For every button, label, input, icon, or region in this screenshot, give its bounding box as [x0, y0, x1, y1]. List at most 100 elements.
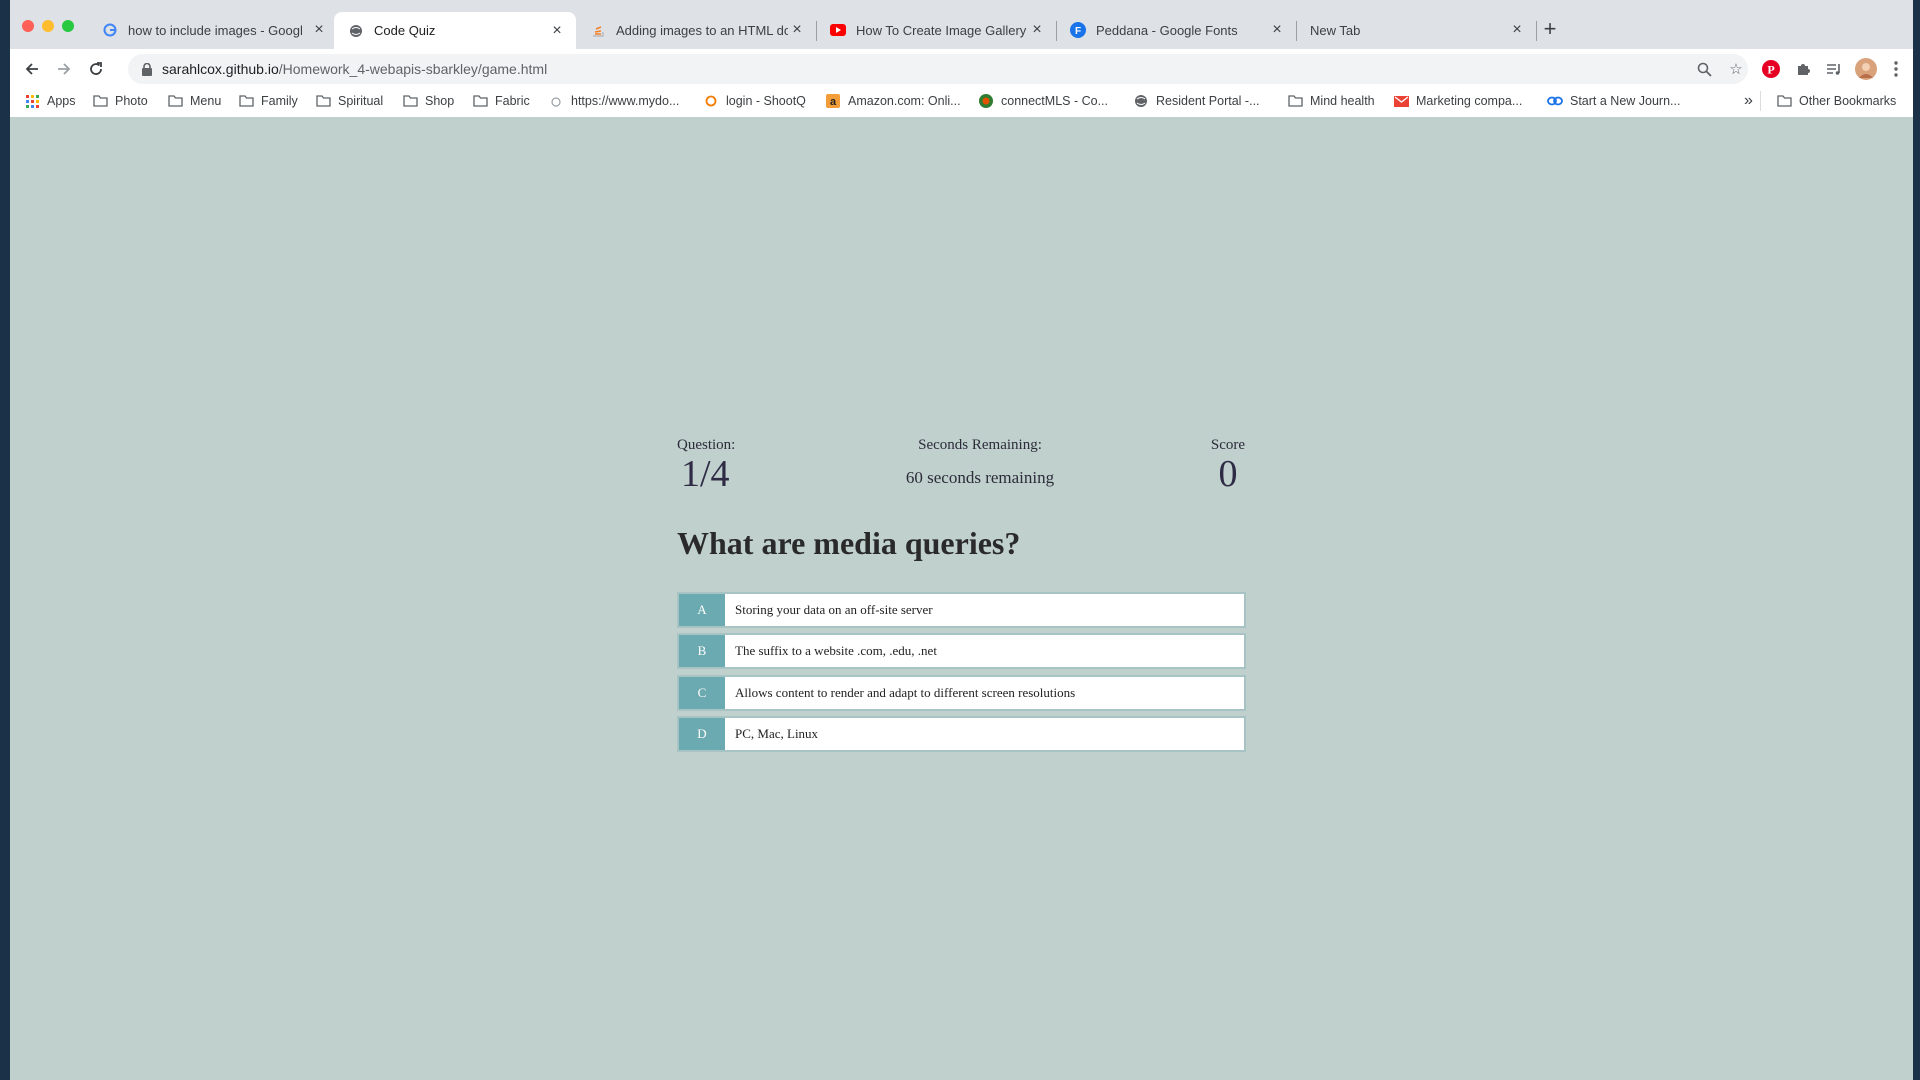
- window-close-button[interactable]: [22, 20, 34, 32]
- timer-label: Seconds Remaining:: [918, 437, 1042, 453]
- tab-new-tab[interactable]: New Tab ×: [1296, 13, 1536, 47]
- tab-code-quiz[interactable]: Code Quiz ×: [334, 12, 576, 49]
- lock-icon: [140, 61, 154, 77]
- amazon-icon: a: [825, 93, 841, 109]
- avatar[interactable]: [1853, 56, 1879, 82]
- bookmark-label: Apps: [47, 94, 76, 108]
- address-bar[interactable]: sarahlcox.github.io/Homework_4-webapis-s…: [128, 54, 1748, 84]
- bookmark-spiritual[interactable]: Spiritual: [315, 85, 383, 117]
- url-text: sarahlcox.github.io/Homework_4-webapis-s…: [162, 61, 547, 77]
- back-button[interactable]: [18, 55, 46, 83]
- bookmarks-bar: Apps Photo Menu Family Spiritual Shop Fa…: [10, 85, 1913, 118]
- apps-grid-icon: [24, 93, 40, 109]
- choice-prefix: B: [679, 635, 725, 667]
- arrow-right-icon: [58, 63, 71, 75]
- new-tab-button[interactable]: +: [1537, 17, 1563, 43]
- choice-text: Storing your data on an off-site server: [735, 602, 933, 617]
- close-icon[interactable]: ×: [788, 21, 806, 39]
- bookmark-label: Photo: [115, 94, 148, 108]
- bookmark-menu[interactable]: Menu: [167, 85, 221, 117]
- close-icon[interactable]: ×: [1508, 21, 1526, 39]
- bookmark-shootq[interactable]: login - ShootQ: [703, 85, 806, 117]
- tab-title: Peddana - Google Fonts: [1096, 22, 1238, 38]
- bookmark-mind-health[interactable]: Mind health: [1287, 85, 1375, 117]
- window-maximize-button[interactable]: [62, 20, 74, 32]
- question-text: What are media queries?: [677, 525, 1021, 561]
- svg-text:F: F: [1075, 26, 1081, 37]
- bookmarks-divider: [1760, 91, 1761, 111]
- question-counter-block: Question: 1/4: [677, 437, 735, 494]
- choice-d[interactable]: D PC, Mac, Linux: [677, 716, 1246, 752]
- tab-title: how to include images - Googl: [128, 22, 303, 38]
- puzzle-icon[interactable]: [1790, 56, 1816, 82]
- folder-icon: [402, 93, 418, 109]
- bookmark-label: connectMLS - Co...: [1001, 94, 1108, 108]
- bookmark-resident-portal[interactable]: Resident Portal -...: [1133, 85, 1260, 117]
- connectmls-icon: [978, 93, 994, 109]
- tab-title: Adding images to an HTML doc: [616, 22, 788, 38]
- folder-icon: [167, 93, 183, 109]
- choice-prefix: A: [679, 594, 725, 626]
- bookmark-amazon[interactable]: a Amazon.com: Onli...: [825, 85, 961, 117]
- folder-icon: [472, 93, 488, 109]
- window-minimize-button[interactable]: [42, 20, 54, 32]
- bookmark-fabric[interactable]: Fabric: [472, 85, 530, 117]
- bookmark-photo[interactable]: Photo: [92, 85, 148, 117]
- bookmark-mydo[interactable]: https://www.mydo...: [548, 85, 679, 117]
- gmail-icon: [1393, 93, 1409, 109]
- tab-title: New Tab: [1310, 22, 1361, 38]
- shootq-icon: [703, 93, 719, 109]
- svg-text:P: P: [1767, 63, 1774, 77]
- score-value: 0: [1218, 453, 1238, 495]
- kebab-menu-icon[interactable]: [1883, 56, 1909, 82]
- browser-toolbar: sarahlcox.github.io/Homework_4-webapis-s…: [10, 49, 1913, 89]
- bookmark-shop[interactable]: Shop: [402, 85, 454, 117]
- close-icon[interactable]: ×: [1268, 21, 1286, 39]
- tab-stackoverflow[interactable]: Adding images to an HTML doc ×: [576, 13, 816, 47]
- star-icon[interactable]: ☆: [1728, 61, 1744, 78]
- bookmark-journey[interactable]: Start a New Journ...: [1547, 85, 1680, 117]
- choice-a[interactable]: A Storing your data on an off-site serve…: [677, 592, 1246, 628]
- globe-icon: [348, 23, 364, 39]
- question-label: Question:: [677, 437, 736, 453]
- zoom-icon[interactable]: [1696, 61, 1712, 77]
- reload-button[interactable]: [82, 55, 110, 83]
- bookmark-apps[interactable]: Apps: [24, 85, 76, 117]
- pinterest-icon[interactable]: P: [1758, 56, 1784, 82]
- bookmark-label: login - ShootQ: [726, 94, 806, 108]
- bookmark-label: Fabric: [495, 94, 530, 108]
- url-path: /Homework_4-webapis-sbarkley/game.html: [278, 61, 548, 77]
- bookmark-label: Menu: [190, 94, 222, 108]
- bookmark-family[interactable]: Family: [238, 85, 298, 117]
- folder-icon: [1776, 93, 1792, 109]
- bookmark-label: https://www.mydo...: [571, 94, 680, 108]
- forward-button[interactable]: [50, 55, 78, 83]
- bookmark-connectmls[interactable]: connectMLS - Co...: [978, 85, 1108, 117]
- bookmark-label: Marketing compa...: [1416, 94, 1523, 108]
- stackoverflow-icon: [590, 22, 606, 38]
- choice-b[interactable]: B The suffix to a website .com, .edu, .n…: [677, 633, 1246, 669]
- media-playlist-icon[interactable]: [1821, 56, 1847, 82]
- close-icon[interactable]: ×: [1028, 21, 1046, 39]
- close-icon[interactable]: ×: [310, 21, 328, 39]
- tab-google-fonts[interactable]: F Peddana - Google Fonts ×: [1056, 13, 1296, 47]
- bookmark-other[interactable]: Other Bookmarks: [1776, 85, 1896, 117]
- chevron-double-right-icon: »: [1744, 92, 1753, 109]
- tab-google-search[interactable]: how to include images - Googl ×: [88, 13, 338, 47]
- choice-c[interactable]: C Allows content to render and adapt to …: [677, 675, 1246, 711]
- bookmark-marketing[interactable]: Marketing compa...: [1393, 85, 1522, 117]
- arrow-left-icon: [25, 63, 38, 75]
- tab-title: How To Create Image Gallery U: [856, 22, 1028, 38]
- bookmark-label: Resident Portal -...: [1156, 94, 1260, 108]
- google-fonts-icon: F: [1070, 22, 1086, 38]
- choice-prefix: C: [679, 677, 725, 709]
- close-icon[interactable]: ×: [548, 22, 566, 40]
- bookmark-label: Mind health: [1310, 94, 1375, 108]
- tab-youtube[interactable]: How To Create Image Gallery U ×: [816, 13, 1056, 47]
- bookmarks-overflow-button[interactable]: »: [1744, 85, 1753, 117]
- bookmark-label: Spiritual: [338, 94, 384, 108]
- score-block: Score 0: [1206, 437, 1250, 494]
- choice-prefix: D: [679, 718, 725, 750]
- url-host: sarahlcox.github.io: [162, 61, 279, 77]
- bookmark-label: Shop: [425, 94, 455, 108]
